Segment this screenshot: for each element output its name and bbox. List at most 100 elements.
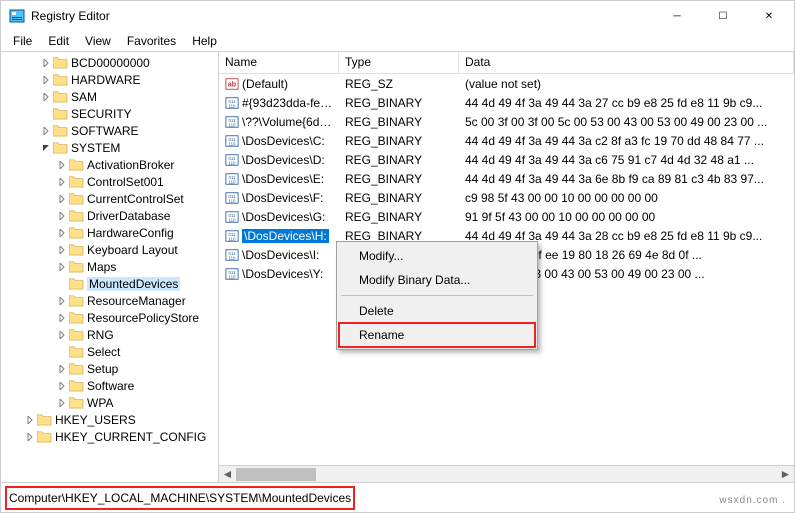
tree-item[interactable]: ResourceManager bbox=[1, 292, 218, 309]
expander-icon[interactable] bbox=[39, 90, 53, 104]
tree-item[interactable]: ResourcePolicyStore bbox=[1, 309, 218, 326]
statusbar: Computer\HKEY_LOCAL_MACHINE\SYSTEM\Mount… bbox=[1, 482, 794, 512]
tree-item[interactable]: HARDWARE bbox=[1, 71, 218, 88]
menu-edit[interactable]: Edit bbox=[40, 32, 77, 50]
value-name: (Default) bbox=[242, 77, 288, 91]
minimize-button[interactable]: ─ bbox=[654, 1, 700, 31]
tree-item[interactable]: SYSTEM bbox=[1, 139, 218, 156]
svg-text:110: 110 bbox=[229, 160, 237, 165]
expander-icon[interactable] bbox=[23, 430, 37, 444]
tree-item[interactable]: BCD00000000 bbox=[1, 54, 218, 71]
tree-label: BCD00000000 bbox=[71, 56, 150, 70]
value-name: \DosDevices\D: bbox=[242, 153, 325, 167]
col-type[interactable]: Type bbox=[339, 52, 459, 73]
watermark: wsxdn.com . bbox=[719, 495, 786, 506]
scroll-left-icon[interactable]: ◄ bbox=[219, 466, 236, 482]
tree-label: ResourceManager bbox=[87, 294, 186, 308]
col-data[interactable]: Data bbox=[459, 52, 794, 73]
expander-icon[interactable] bbox=[23, 413, 37, 427]
horizontal-scrollbar[interactable]: ◄ ► bbox=[219, 465, 794, 482]
expander-icon[interactable] bbox=[55, 243, 69, 257]
close-button[interactable]: ✕ bbox=[746, 1, 792, 31]
value-data: 5c 00 3f 00 3f 00 5c 00 53 00 43 00 53 0… bbox=[459, 114, 794, 130]
context-delete[interactable]: Delete bbox=[339, 299, 535, 323]
context-modify-binary[interactable]: Modify Binary Data... bbox=[339, 268, 535, 292]
tree-item[interactable]: ControlSet001 bbox=[1, 173, 218, 190]
list-row[interactable]: 011110\??\Volume{6d0...REG_BINARY5c 00 3… bbox=[219, 112, 794, 131]
tree-item[interactable]: HKEY_USERS bbox=[1, 411, 218, 428]
expander-icon[interactable] bbox=[55, 396, 69, 410]
expander-icon[interactable] bbox=[55, 175, 69, 189]
expander-icon[interactable] bbox=[55, 362, 69, 376]
expander-icon[interactable] bbox=[39, 73, 53, 87]
context-rename[interactable]: Rename bbox=[339, 323, 535, 347]
list-row[interactable]: 011110\DosDevices\F:REG_BINARYc9 98 5f 4… bbox=[219, 188, 794, 207]
value-name: \DosDevices\F: bbox=[242, 191, 323, 205]
expander-icon[interactable] bbox=[39, 141, 53, 155]
address-path[interactable]: Computer\HKEY_LOCAL_MACHINE\SYSTEM\Mount… bbox=[5, 486, 355, 510]
expander-icon[interactable] bbox=[55, 345, 69, 359]
tree-label: MountedDevices bbox=[87, 277, 180, 291]
tree-label: Keyboard Layout bbox=[87, 243, 178, 257]
tree-label: Software bbox=[87, 379, 134, 393]
context-modify[interactable]: Modify... bbox=[339, 244, 535, 268]
list-row[interactable]: 011110\DosDevices\C:REG_BINARY44 4d 49 4… bbox=[219, 131, 794, 150]
tree-item[interactable]: WPA bbox=[1, 394, 218, 411]
list-row[interactable]: 011110\DosDevices\E:REG_BINARY44 4d 49 4… bbox=[219, 169, 794, 188]
expander-icon[interactable] bbox=[55, 260, 69, 274]
tree-item[interactable]: Setup bbox=[1, 360, 218, 377]
tree-item[interactable]: SOFTWARE bbox=[1, 122, 218, 139]
scroll-thumb[interactable] bbox=[236, 468, 316, 481]
scroll-right-icon[interactable]: ► bbox=[777, 466, 794, 482]
expander-icon[interactable] bbox=[39, 124, 53, 138]
svg-text:110: 110 bbox=[229, 236, 237, 241]
tree-item[interactable]: SECURITY bbox=[1, 105, 218, 122]
tree-label: Maps bbox=[87, 260, 116, 274]
tree-item[interactable]: HardwareConfig bbox=[1, 224, 218, 241]
value-name: \DosDevices\G: bbox=[242, 210, 325, 224]
tree-item[interactable]: MountedDevices bbox=[1, 275, 218, 292]
menu-file[interactable]: File bbox=[5, 32, 40, 50]
tree-item[interactable]: Software bbox=[1, 377, 218, 394]
expander-icon[interactable] bbox=[55, 209, 69, 223]
expander-icon[interactable] bbox=[55, 328, 69, 342]
list-row[interactable]: 011110#{93d23dda-fe8...REG_BINARY44 4d 4… bbox=[219, 93, 794, 112]
list-row[interactable]: 011110\DosDevices\G:REG_BINARY91 9f 5f 4… bbox=[219, 207, 794, 226]
tree-item[interactable]: RNG bbox=[1, 326, 218, 343]
list-row[interactable]: 011110\DosDevices\D:REG_BINARY44 4d 49 4… bbox=[219, 150, 794, 169]
value-name: \DosDevices\Y: bbox=[242, 267, 323, 281]
value-type: REG_BINARY bbox=[339, 133, 459, 149]
tree-item[interactable]: SAM bbox=[1, 88, 218, 105]
value-type: REG_BINARY bbox=[339, 114, 459, 130]
tree-label: WPA bbox=[87, 396, 113, 410]
expander-icon[interactable] bbox=[55, 158, 69, 172]
tree-item[interactable]: DriverDatabase bbox=[1, 207, 218, 224]
svg-text:110: 110 bbox=[229, 217, 237, 222]
tree-item[interactable]: Keyboard Layout bbox=[1, 241, 218, 258]
svg-text:110: 110 bbox=[229, 255, 237, 260]
tree-item[interactable]: HKEY_CURRENT_CONFIG bbox=[1, 428, 218, 445]
tree-item[interactable]: CurrentControlSet bbox=[1, 190, 218, 207]
expander-icon[interactable] bbox=[55, 379, 69, 393]
menu-favorites[interactable]: Favorites bbox=[119, 32, 184, 50]
expander-icon[interactable] bbox=[55, 192, 69, 206]
tree-pane[interactable]: BCD00000000HARDWARESAMSECURITYSOFTWARESY… bbox=[1, 52, 219, 482]
expander-icon[interactable] bbox=[55, 294, 69, 308]
tree-item[interactable]: Select bbox=[1, 343, 218, 360]
list-row[interactable]: ab(Default)REG_SZ(value not set) bbox=[219, 74, 794, 93]
value-type: REG_BINARY bbox=[339, 190, 459, 206]
expander-icon[interactable] bbox=[39, 56, 53, 70]
value-data: (value not set) bbox=[459, 76, 794, 92]
expander-icon[interactable] bbox=[55, 311, 69, 325]
expander-icon[interactable] bbox=[55, 277, 69, 291]
menu-help[interactable]: Help bbox=[184, 32, 225, 50]
col-name[interactable]: Name bbox=[219, 52, 339, 73]
value-data: 44 4d 49 4f 3a 49 44 3a 6e 8b f9 ca 89 8… bbox=[459, 171, 794, 187]
svg-text:ab: ab bbox=[228, 81, 236, 88]
tree-item[interactable]: Maps bbox=[1, 258, 218, 275]
expander-icon[interactable] bbox=[39, 107, 53, 121]
tree-item[interactable]: ActivationBroker bbox=[1, 156, 218, 173]
expander-icon[interactable] bbox=[55, 226, 69, 240]
menu-view[interactable]: View bbox=[77, 32, 119, 50]
maximize-button[interactable]: ☐ bbox=[700, 1, 746, 31]
